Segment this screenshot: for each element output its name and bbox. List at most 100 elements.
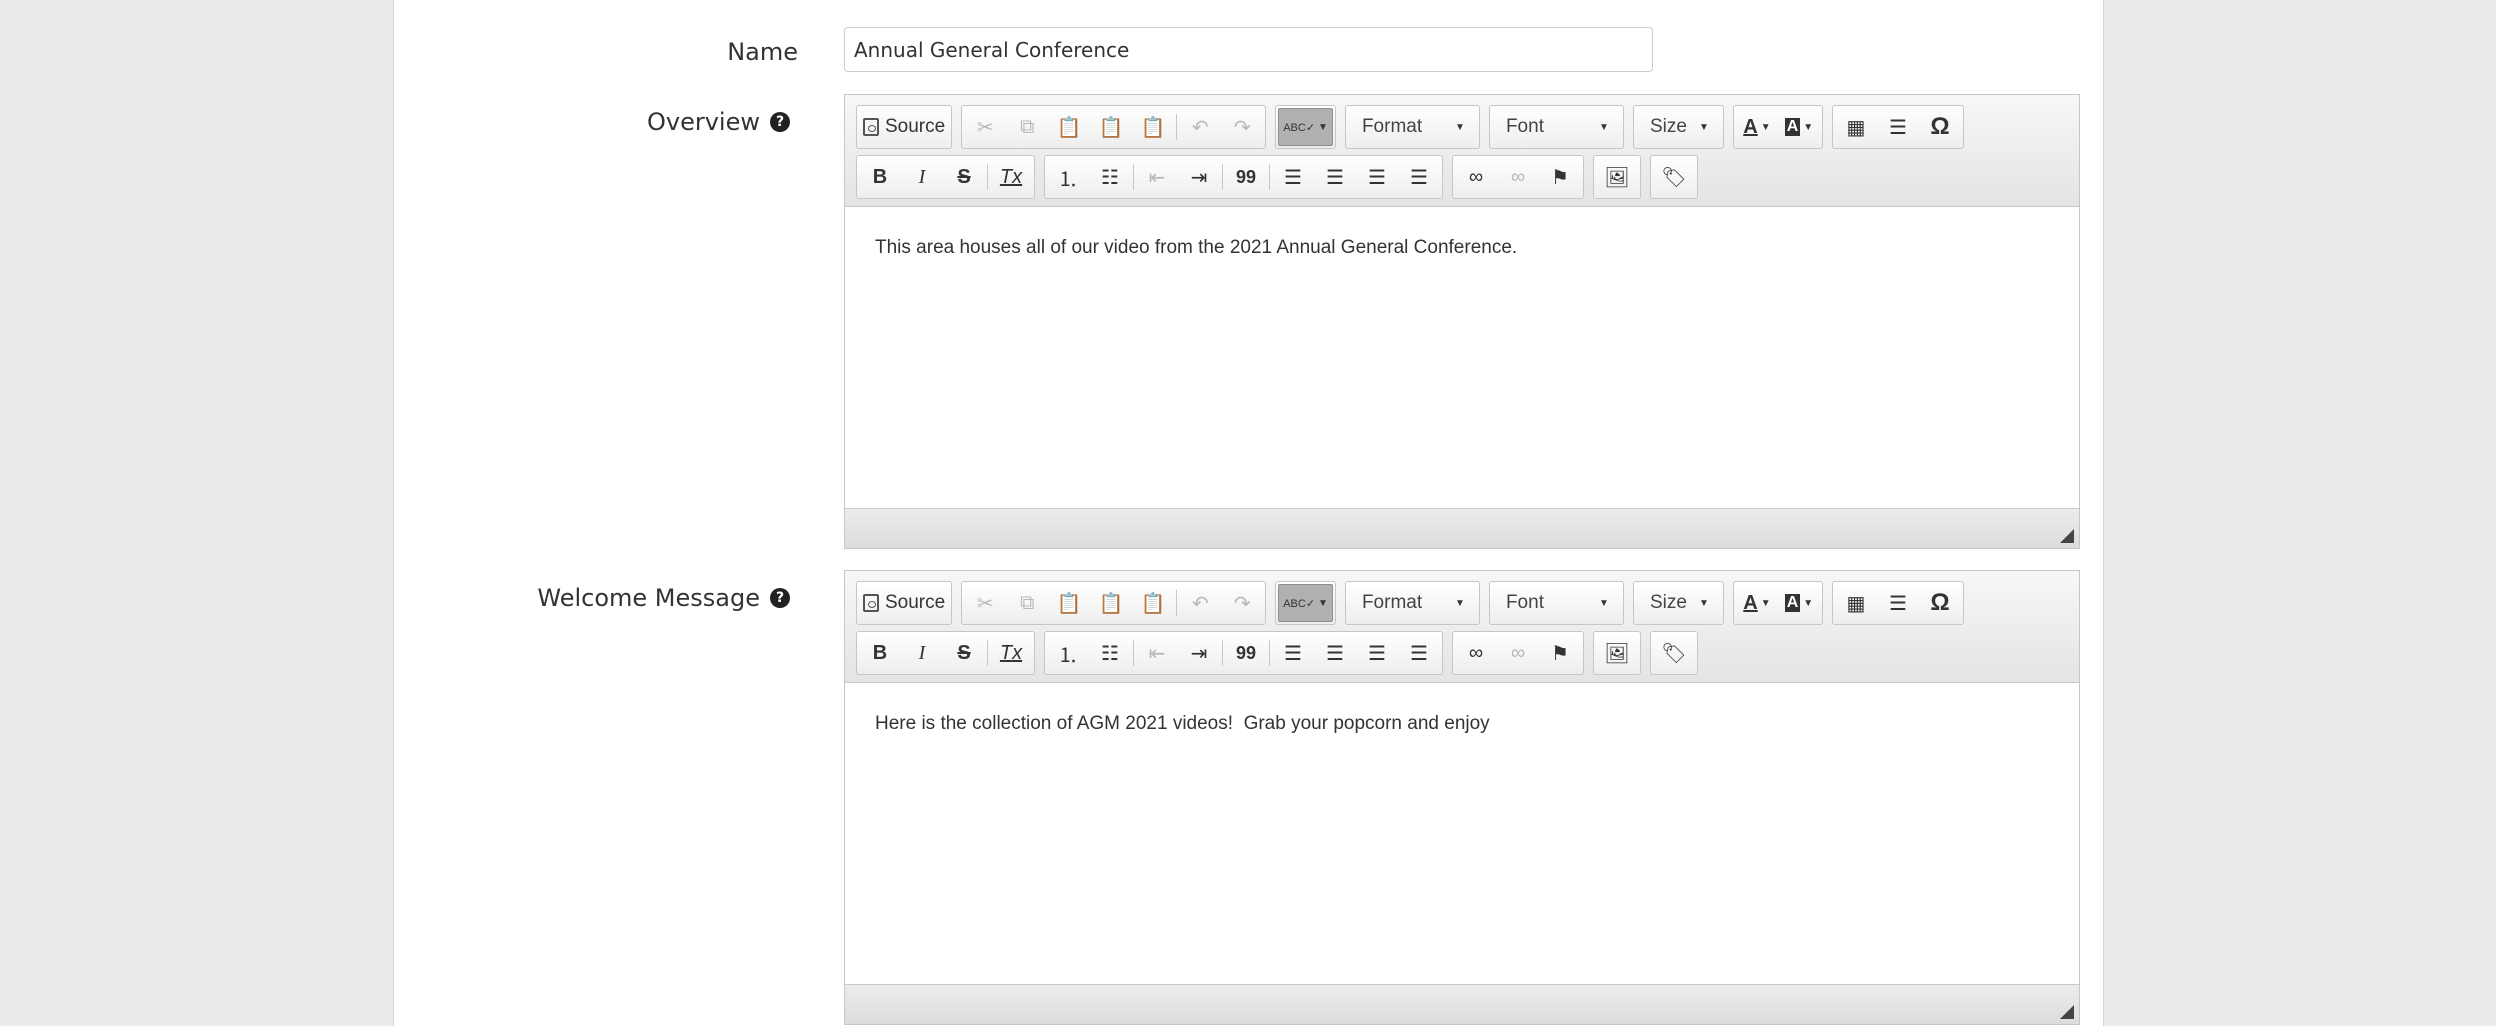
editor-toolbar: Source ✂ ⧉ 📋 📋 📋 ↶ ↷ ABC✓ ▼ Format ▼ Fon… [845,95,2079,207]
unlink-button[interactable]: ∞ [1497,158,1539,196]
align-left-icon: ☰ [1284,166,1302,189]
source-icon [863,594,879,612]
cut-icon: ✂ [976,116,994,139]
align-right-icon: ☰ [1368,642,1386,665]
link-button[interactable]: ∞ [1455,634,1497,672]
image-button[interactable]: 🖼 [1596,634,1638,672]
text-color-button[interactable]: A ▼ [1736,108,1778,146]
link-icon: ∞ [1468,165,1484,188]
format-dropdown[interactable]: Format ▼ [1344,105,1480,149]
outdent-icon: ⇤ [1148,166,1166,189]
numbered-list-button[interactable]: ⒈ [1047,158,1089,196]
size-dropdown[interactable]: Size ▼ [1632,105,1724,149]
special-char-icon: Ω [1930,589,1950,616]
align-center-button[interactable]: ☰ [1314,158,1356,196]
indent-button[interactable]: ⇥ [1178,634,1220,672]
format-dropdown[interactable]: Format ▼ [1344,581,1480,625]
align-left-button[interactable]: ☰ [1272,158,1314,196]
bold-icon: B [872,641,888,664]
help-icon[interactable]: ? [770,588,790,608]
blockquote-button[interactable]: 99 [1225,158,1267,196]
cut-button[interactable]: ✂ [964,108,1006,146]
italic-button[interactable]: I [901,634,943,672]
align-right-button[interactable]: ☰ [1356,634,1398,672]
anchor-icon: ⚑ [1551,166,1569,189]
font-dropdown[interactable]: Font ▼ [1488,581,1624,625]
outdent-button[interactable]: ⇤ [1136,634,1178,672]
bg-color-button[interactable]: A ▼ [1778,584,1820,622]
welcome-label: Welcome Message ? [500,578,790,618]
resize-grip-icon[interactable] [2060,1005,2074,1019]
unlink-button[interactable]: ∞ [1497,634,1539,672]
redo-button[interactable]: ↷ [1221,584,1263,622]
anchor-button[interactable]: ⚑ [1539,634,1581,672]
spellcheck-button[interactable]: ABC✓ ▼ [1278,108,1333,146]
image-group: 🖼 [1593,631,1641,675]
undo-button[interactable]: ↶ [1179,108,1221,146]
paste-icon: 📋 [1056,116,1082,139]
justify-button[interactable]: ☰ [1398,634,1440,672]
cut-button[interactable]: ✂ [964,584,1006,622]
numbered-list-button[interactable]: ⒈ [1047,634,1089,672]
italic-icon: I [918,165,926,188]
anchor-button[interactable]: ⚑ [1539,158,1581,196]
table-button[interactable]: ▦ [1835,584,1877,622]
overview-content[interactable]: This area houses all of our video from t… [845,207,2079,508]
justify-button[interactable]: ☰ [1398,158,1440,196]
font-dropdown[interactable]: Font ▼ [1488,105,1624,149]
source-button[interactable]: Source [859,584,949,622]
paste-word-button[interactable]: 📋 [1132,108,1174,146]
bulleted-list-button[interactable]: ☷ [1089,634,1131,672]
redo-button[interactable]: ↷ [1221,108,1263,146]
strike-button[interactable]: S [943,158,985,196]
indent-button[interactable]: ⇥ [1178,158,1220,196]
bold-button[interactable]: B [859,634,901,672]
editor-bottombar [845,984,2079,1024]
italic-button[interactable]: I [901,158,943,196]
horizontal-rule-button[interactable]: ☰ [1877,108,1919,146]
source-button[interactable]: Source [859,108,949,146]
special-char-button[interactable]: Ω [1919,584,1961,622]
source-group: Source [856,105,953,149]
text-color-button[interactable]: A ▼ [1736,584,1778,622]
undo-button[interactable]: ↶ [1179,584,1221,622]
table-button[interactable]: ▦ [1835,108,1877,146]
help-icon[interactable]: ? [770,112,790,132]
remove-format-button[interactable]: Tx [990,158,1032,196]
paste-button[interactable]: 📋 [1048,108,1090,146]
outdent-button[interactable]: ⇤ [1136,158,1178,196]
source-icon [863,118,879,136]
separator [987,640,988,666]
paste-text-button[interactable]: 📋 [1090,108,1132,146]
bold-icon: B [872,165,888,188]
undo-icon: ↶ [1191,116,1209,139]
remove-format-button[interactable]: Tx [990,634,1032,672]
paste-text-button[interactable]: 📋 [1090,584,1132,622]
align-left-button[interactable]: ☰ [1272,634,1314,672]
justify-icon: ☰ [1410,642,1428,665]
color-group: A ▼ A ▼ [1732,105,1823,149]
align-center-button[interactable]: ☰ [1314,634,1356,672]
paste-button[interactable]: 📋 [1048,584,1090,622]
name-input[interactable] [844,27,1653,72]
bulleted-list-button[interactable]: ☷ [1089,158,1131,196]
bold-button[interactable]: B [859,158,901,196]
size-dropdown[interactable]: Size ▼ [1632,581,1724,625]
horizontal-rule-button[interactable]: ☰ [1877,584,1919,622]
special-char-button[interactable]: Ω [1919,108,1961,146]
paste-word-button[interactable]: 📋 [1132,584,1174,622]
blockquote-button[interactable]: 99 [1225,634,1267,672]
resize-grip-icon[interactable] [2060,529,2074,543]
welcome-content[interactable]: Here is the collection of AGM 2021 video… [845,683,2079,984]
copy-button[interactable]: ⧉ [1006,108,1048,146]
link-button[interactable]: ∞ [1455,158,1497,196]
tag-button[interactable]: 🏷 [1653,634,1695,672]
strike-button[interactable]: S [943,634,985,672]
spellcheck-button[interactable]: ABC✓ ▼ [1278,584,1333,622]
italic-icon: I [918,641,926,664]
align-right-button[interactable]: ☰ [1356,158,1398,196]
image-button[interactable]: 🖼 [1596,158,1638,196]
bg-color-button[interactable]: A ▼ [1778,108,1820,146]
copy-button[interactable]: ⧉ [1006,584,1048,622]
tag-button[interactable]: 🏷 [1653,158,1695,196]
